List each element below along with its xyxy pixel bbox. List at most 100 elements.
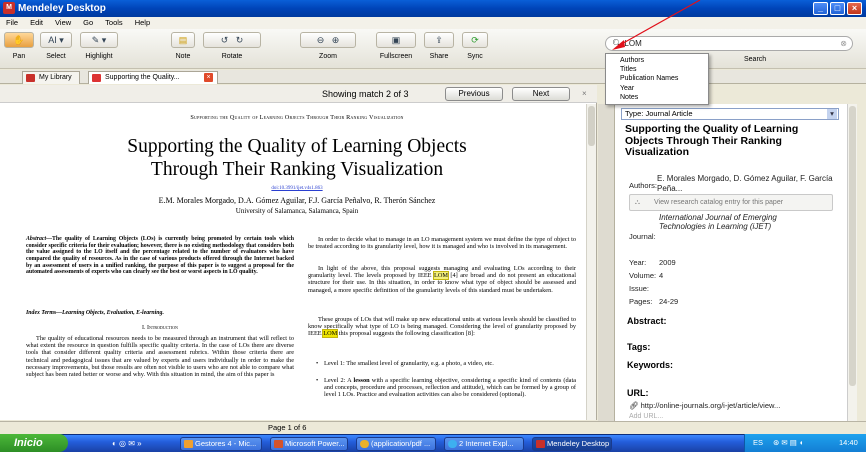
start-button[interactable]: Inicio xyxy=(0,434,68,452)
paper-affiliation: University of Salamanca, Salamanca, Spai… xyxy=(235,207,359,215)
zoom-icon: ⊖ ⊕ xyxy=(300,32,356,48)
catalog-entry-button[interactable]: ⛬ View research catalog entry for this pa… xyxy=(629,194,833,211)
note-tool[interactable]: ▤ Note xyxy=(171,32,195,66)
close-find-icon[interactable]: × xyxy=(582,89,587,98)
fullscreen-icon: ▣ xyxy=(376,32,416,48)
window-title: Mendeley Desktop xyxy=(18,3,106,14)
menu-file[interactable]: File xyxy=(0,17,24,29)
paper-authors: E.M. Morales Morgado, D.A. Gómez Aguilar… xyxy=(158,196,436,205)
task-pdf[interactable]: (application/pdf ... xyxy=(356,437,436,451)
mendeley-catalog-icon: ⛬ xyxy=(635,199,640,206)
search-option-titles[interactable]: Titles xyxy=(620,65,708,74)
sync-icon: ⟳ xyxy=(462,32,488,48)
issue-label: Issue: xyxy=(629,284,650,293)
bullet-icon: • xyxy=(316,360,319,367)
right-paragraph-1: In order to decide what to manage in an … xyxy=(308,236,576,251)
search-input[interactable]: 🔍︎ LOM ⊗ xyxy=(605,36,853,51)
year-value[interactable]: 2009 xyxy=(659,258,676,267)
tab-my-library[interactable]: My Library xyxy=(22,71,80,84)
url-value[interactable]: 🔗︎ http://online-journals.org/i-jet/arti… xyxy=(629,401,839,410)
document-title[interactable]: Supporting the Quality of Learning Objec… xyxy=(625,123,837,159)
task-internet-explorer[interactable]: 2 Internet Expl... xyxy=(444,437,524,451)
menu-view[interactable]: View xyxy=(49,17,77,29)
share-icon: ⇪ xyxy=(424,32,454,48)
zoom-tool[interactable]: ⊖ ⊕ Zoom xyxy=(300,32,356,66)
menu-go[interactable]: Go xyxy=(77,17,99,29)
add-url-link[interactable]: Add URL... xyxy=(629,413,663,420)
clear-search-icon[interactable]: ⊗ xyxy=(840,37,847,50)
menu-edit[interactable]: Edit xyxy=(24,17,49,29)
url-label: URL: xyxy=(627,388,649,398)
menu-help[interactable]: Help xyxy=(129,17,156,29)
search-option-year[interactable]: Year xyxy=(620,84,708,93)
chevron-down-icon: ▾ xyxy=(827,109,837,119)
search-option-publication-names[interactable]: Publication Names xyxy=(620,74,708,83)
index-terms: Index Terms—Learning Objects, Evaluation… xyxy=(26,310,164,316)
panel-scrollbar[interactable] xyxy=(847,104,857,421)
pdf-icon xyxy=(92,74,101,82)
bullet-level-2: • Level 2: A lesson with a specific learn… xyxy=(316,377,576,399)
minimize-button[interactable]: _ xyxy=(813,2,828,15)
select-tool[interactable]: AI ▾ Select xyxy=(40,32,72,66)
rotate-tool[interactable]: ↺ ↻ Rotate xyxy=(203,32,261,66)
system-tray: ES ⊛ ✉ ▤ ◖ 14:40 xyxy=(744,434,866,452)
link-icon: 🔗︎ xyxy=(629,401,639,410)
next-match-button[interactable]: Next xyxy=(512,87,570,101)
language-indicator[interactable]: ES xyxy=(753,434,763,452)
ie-icon xyxy=(448,440,457,448)
running-head: Supporting the Quality of Learning Objec… xyxy=(190,114,404,121)
close-tab-icon[interactable]: × xyxy=(204,73,213,82)
search-option-notes[interactable]: Notes xyxy=(620,93,708,102)
scroll-thumb[interactable] xyxy=(849,106,856,386)
sync-button[interactable]: ⟳ Sync xyxy=(462,32,488,66)
close-window-button[interactable]: × xyxy=(847,2,862,15)
pdf-page: Supporting the Quality of Learning Objec… xyxy=(12,104,584,420)
task-gestores[interactable]: Gestores 4 - Mic... xyxy=(180,437,262,451)
details-panel: Type: Journal Article ▾ Supporting the Qu… xyxy=(614,104,852,421)
abstract-label[interactable]: Abstract: xyxy=(627,316,667,326)
keywords-label[interactable]: Keywords: xyxy=(627,360,673,370)
year-label: Year: xyxy=(629,258,647,267)
intro-paragraph: The quality of educational resources nee… xyxy=(26,335,294,378)
search-match-highlight: LOM xyxy=(432,271,449,281)
text-select-icon: AI ▾ xyxy=(40,32,72,48)
pages-value[interactable]: 24-29 xyxy=(659,297,678,306)
highlighter-icon: ✎ ▾ xyxy=(80,32,118,48)
doi-link[interactable]: doi:10.3991/ijet.v4s1.863 xyxy=(212,186,382,192)
bullet-icon: • xyxy=(316,377,319,384)
fullscreen-button[interactable]: ▣ Fullscreen xyxy=(376,32,416,66)
intro-heading: I. Introduction xyxy=(142,325,178,331)
document-scrollbar[interactable] xyxy=(586,104,596,420)
authors-value[interactable]: E. Morales Morgado, D. Gómez Aguilar, F.… xyxy=(657,174,837,193)
task-mendeley[interactable]: Mendeley Desktop xyxy=(532,437,612,451)
share-button[interactable]: ⇪ Share xyxy=(424,32,454,66)
type-select[interactable]: Type: Journal Article ▾ xyxy=(621,108,839,120)
scroll-thumb[interactable] xyxy=(588,106,595,146)
tray-icons[interactable]: ⊛ ✉ ▤ ◖ xyxy=(773,434,803,452)
previous-match-button[interactable]: Previous xyxy=(445,87,503,101)
browser-icon xyxy=(360,440,369,448)
search-label: Search xyxy=(744,56,767,63)
search-icon: 🔍︎ xyxy=(612,39,623,48)
search-option-authors[interactable]: Authors xyxy=(620,56,708,65)
journal-value[interactable]: International Journal of Emerging Techno… xyxy=(659,213,809,231)
panel-splitter[interactable] xyxy=(598,104,614,421)
bullet-level-1: • Level 1: The smallest level of granular… xyxy=(316,360,494,367)
highlight-tool[interactable]: ✎ ▾ Highlight xyxy=(80,32,118,66)
tags-label[interactable]: Tags: xyxy=(627,342,650,352)
pages-label: Pages: xyxy=(629,297,653,306)
folder-icon xyxy=(184,440,193,448)
quick-launch[interactable]: ◐ ◎ ✉ » xyxy=(112,437,172,451)
menu-tools[interactable]: Tools xyxy=(99,17,129,29)
authors-label: Authors: xyxy=(629,181,657,190)
volume-label: Volume: xyxy=(629,271,657,280)
maximize-button[interactable]: □ xyxy=(830,2,845,15)
current-match-highlight: LOM xyxy=(322,329,339,339)
right-paragraph-3: These groups of LOs that will make up ne… xyxy=(308,316,576,339)
title-bar: M Mendeley Desktop _ □ × xyxy=(0,0,866,17)
volume-value[interactable]: 4 xyxy=(659,271,663,280)
tab-document[interactable]: Supporting the Quality... × xyxy=(88,71,218,84)
pan-tool[interactable]: ✋ Pan xyxy=(4,32,34,66)
library-icon xyxy=(26,74,35,82)
task-powerpoint[interactable]: Microsoft Power... xyxy=(270,437,348,451)
